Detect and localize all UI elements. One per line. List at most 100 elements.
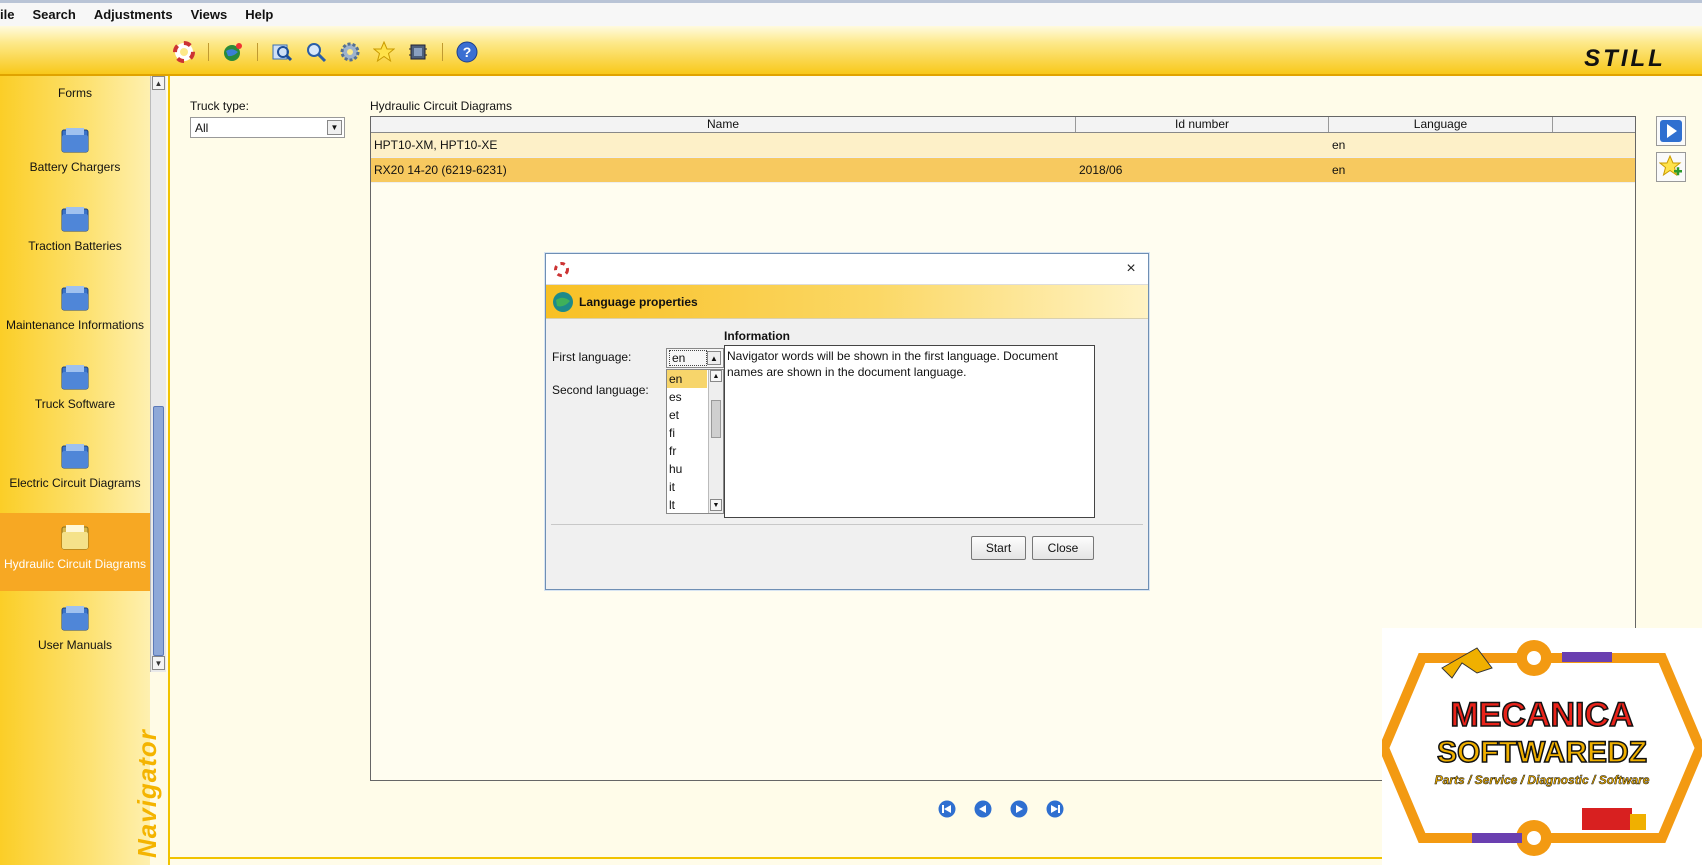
row-id: 2018/06 xyxy=(1079,163,1123,177)
nav-item-maintenance-informations[interactable]: Maintenance Informations xyxy=(0,284,150,346)
navigator-title: Navigator xyxy=(132,729,162,858)
previous-page-icon[interactable] xyxy=(974,800,992,818)
chip-icon[interactable] xyxy=(406,40,430,64)
scrollbar-thumb[interactable] xyxy=(711,400,721,438)
table-title: Hydraulic Circuit Diagrams xyxy=(370,99,513,113)
column-language[interactable]: Language xyxy=(1329,117,1553,132)
language-option[interactable]: en xyxy=(667,370,707,388)
first-language-select[interactable]: en ▲ xyxy=(666,348,724,368)
first-page-icon[interactable] xyxy=(938,800,956,818)
column-name[interactable]: Name xyxy=(371,117,1076,132)
folder-icon xyxy=(61,444,89,469)
language-option[interactable]: es xyxy=(667,388,707,406)
information-label: Information xyxy=(724,329,790,343)
scrollbar-thumb[interactable] xyxy=(153,406,164,656)
dialog-header: Language properties xyxy=(546,285,1148,319)
nav-item-truck-software[interactable]: Truck Software xyxy=(0,363,150,425)
star-add-icon xyxy=(1659,155,1682,177)
language-properties-dialog: × Language properties First language: Se… xyxy=(545,253,1149,590)
nav-item-label: User Manuals xyxy=(37,638,113,652)
svg-text:MECANICA: MECANICA xyxy=(1450,696,1633,734)
menu-help[interactable]: Help xyxy=(236,7,282,22)
folder-icon xyxy=(61,365,89,390)
truck-type-value: All xyxy=(195,121,209,135)
toolbar: ? STILL xyxy=(0,26,1702,76)
watermark-logo: MECANICA SOFTWAREDZ Parts / Service / Di… xyxy=(1382,628,1702,865)
table-row[interactable]: HPT10-XM, HPT10-XE en xyxy=(371,133,1635,158)
nav-item-user-manuals[interactable]: User Manuals xyxy=(0,604,150,666)
menu-adjustments[interactable]: Adjustments xyxy=(85,7,182,22)
language-option[interactable]: fr xyxy=(667,442,707,460)
add-favorite-button[interactable] xyxy=(1656,152,1686,182)
folder-icon xyxy=(61,207,89,232)
nav-item-label: Truck Software xyxy=(34,397,116,411)
navigator-scrollbar[interactable]: ▲ ▼ xyxy=(150,76,166,672)
nav-item-hydraulic-circuit-diagrams[interactable]: Hydraulic Circuit Diagrams xyxy=(0,513,150,591)
globe-icon xyxy=(553,292,573,312)
toolbar-separator xyxy=(257,43,258,61)
menu-bar: ile Search Adjustments Views Help xyxy=(0,0,1702,26)
language-option[interactable]: fi xyxy=(667,424,707,442)
close-button[interactable]: Close xyxy=(1032,536,1094,560)
gear-icon[interactable] xyxy=(338,40,362,64)
dialog-title: Language properties xyxy=(579,295,698,309)
nav-item-label: Traction Batteries xyxy=(28,239,122,253)
menu-search[interactable]: Search xyxy=(23,7,84,22)
language-option[interactable]: lt xyxy=(667,496,707,511)
menu-views[interactable]: Views xyxy=(182,7,237,22)
open-folder-icon xyxy=(61,525,89,550)
column-id-number[interactable]: Id number xyxy=(1076,117,1329,132)
chevron-up-icon[interactable]: ▲ xyxy=(707,351,721,365)
truck-type-select[interactable]: All ▼ xyxy=(190,117,345,138)
row-name: RX20 14-20 (6219-6231) xyxy=(374,163,507,177)
nav-item-label: Electric Circuit Diagrams xyxy=(9,476,141,490)
folder-icon xyxy=(61,128,89,153)
row-language: en xyxy=(1332,138,1346,152)
language-option[interactable]: et xyxy=(667,406,707,424)
scroll-up-arrow[interactable]: ▲ xyxy=(152,76,165,90)
nav-item-battery-chargers[interactable]: Battery Chargers xyxy=(0,126,150,188)
search-icon[interactable] xyxy=(270,40,294,64)
nav-item-label: Battery Chargers xyxy=(29,160,121,174)
information-text: Navigator words will be shown in the fir… xyxy=(724,345,1095,518)
row-name: HPT10-XM, HPT10-XE xyxy=(374,138,498,152)
row-language: en xyxy=(1332,163,1346,177)
table-row-selected[interactable]: RX20 14-20 (6219-6231) 2018/06 en xyxy=(371,158,1635,183)
still-logo: STILL xyxy=(1560,44,1690,72)
last-page-icon[interactable] xyxy=(1046,800,1064,818)
close-icon[interactable]: × xyxy=(1122,260,1140,278)
chevron-down-icon[interactable]: ▼ xyxy=(327,120,342,135)
scroll-down-arrow[interactable]: ▼ xyxy=(710,499,722,511)
scroll-down-arrow[interactable]: ▼ xyxy=(152,656,165,670)
nav-item-traction-batteries[interactable]: Traction Batteries xyxy=(0,205,150,267)
nav-item-forms[interactable]: Forms xyxy=(0,76,150,104)
nav-item-electric-circuit-diagrams[interactable]: Electric Circuit Diagrams xyxy=(0,442,150,504)
language-option[interactable]: hu xyxy=(667,460,707,478)
play-arrow-icon xyxy=(1660,120,1682,142)
help-icon[interactable]: ? xyxy=(455,40,479,64)
nav-item-label: Maintenance Informations xyxy=(5,318,145,332)
open-document-button[interactable] xyxy=(1656,116,1686,146)
menu-file[interactable]: ile xyxy=(0,7,23,22)
star-icon[interactable] xyxy=(372,40,396,64)
svg-text:?: ? xyxy=(463,44,472,60)
dropdown-scrollbar[interactable]: ▲ ▼ xyxy=(708,370,723,513)
search-doc-icon[interactable] xyxy=(304,40,328,64)
truck-type-label: Truck type: xyxy=(190,99,249,113)
scroll-up-arrow[interactable]: ▲ xyxy=(710,370,722,382)
column-empty xyxy=(1553,117,1635,132)
next-page-icon[interactable] xyxy=(1010,800,1028,818)
first-language-value: en xyxy=(669,350,707,366)
divider xyxy=(551,524,1143,525)
folder-icon xyxy=(61,286,89,311)
pager xyxy=(938,800,1064,818)
lifebuoy-icon[interactable] xyxy=(172,40,196,64)
svg-text:STILL: STILL xyxy=(1584,45,1666,70)
language-dropdown-list[interactable]: en es et fi fr hu it lt ▲ ▼ xyxy=(666,369,724,514)
second-language-label: Second language: xyxy=(552,383,649,397)
start-button[interactable]: Start xyxy=(971,536,1026,560)
globe-icon[interactable] xyxy=(221,40,245,64)
language-option[interactable]: it xyxy=(667,478,707,496)
dialog-titlebar: × xyxy=(546,254,1148,285)
lifebuoy-icon xyxy=(554,262,569,277)
